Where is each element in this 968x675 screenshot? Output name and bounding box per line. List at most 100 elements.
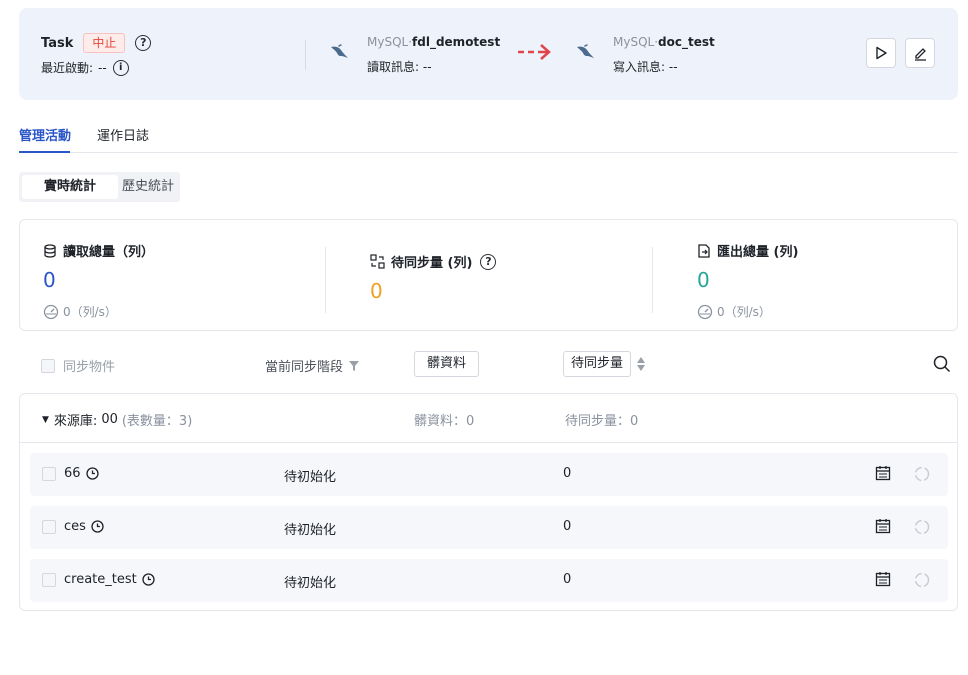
row-checkbox[interactable]: [42, 520, 56, 534]
target-prefix: MySQL·: [613, 35, 659, 49]
row-stage: 待初始化: [284, 470, 337, 485]
mysql-dolphin-icon: [577, 44, 594, 58]
header-divider: [305, 40, 306, 70]
sync-objects-table: ▼ 來源庫: 00 (表數量：3) 髒資料：0 待同步量：0 66 待初始化 0…: [19, 393, 958, 611]
tab-run-log[interactable]: 運作日誌: [97, 125, 149, 144]
task-header: Task 中止 ? 最近啟動: -- i MySQL·fdl_demotest …: [19, 8, 958, 100]
question-circle-icon[interactable]: ?: [480, 253, 497, 270]
clock-icon: [85, 467, 99, 480]
tab-manage-activity[interactable]: 管理活動: [19, 125, 71, 144]
stats-divider: [652, 247, 653, 313]
read-total-label: 讀取總量（列）: [63, 245, 155, 260]
edit-button[interactable]: [905, 38, 935, 68]
sync-swap-icon: [370, 254, 385, 269]
row-pending: 0: [563, 519, 572, 534]
select-all-checkbox[interactable]: [41, 358, 55, 373]
export-total-value: 0: [697, 268, 710, 292]
calendar-icon[interactable]: [875, 518, 891, 534]
row-object-name: create_test: [64, 572, 155, 587]
row-checkbox[interactable]: [42, 573, 56, 587]
target-info-label: 寫入訊息:: [613, 60, 666, 74]
export-file-icon: [698, 243, 710, 258]
target-name: doc_test: [658, 35, 715, 49]
caret-down-icon[interactable]: ▼: [42, 415, 49, 425]
pending-sort-control[interactable]: 待同步量: [563, 351, 646, 377]
sync-objects-header: 同步物件: [41, 356, 115, 375]
refresh-icon[interactable]: [913, 465, 931, 483]
clock-icon: [142, 573, 155, 586]
play-icon: [876, 46, 887, 60]
pending-sort-label[interactable]: 待同步量: [563, 351, 632, 377]
active-tab-indicator: [19, 151, 70, 153]
object-name: 66: [64, 466, 81, 481]
table-row[interactable]: ces 待初始化 0: [30, 506, 948, 549]
pending-sync-value: 0: [370, 279, 383, 303]
source-library-name: 00: [101, 412, 118, 427]
question-circle-icon[interactable]: ?: [135, 35, 152, 51]
target-db: MySQL·doc_test 寫入訊息: --: [613, 35, 715, 75]
object-name: ces: [64, 519, 86, 534]
status-badge: 中止: [83, 33, 126, 53]
source-library[interactable]: ▼ 來源庫: 00 (表數量：3): [42, 410, 192, 429]
search-icon[interactable]: [933, 355, 951, 373]
filter-icon[interactable]: [348, 360, 360, 372]
export-total-label: 匯出總量 (列): [717, 245, 799, 260]
source-library-label: 來源庫:: [53, 414, 98, 429]
row-checkbox[interactable]: [42, 467, 56, 481]
edit-icon: [914, 47, 926, 61]
read-rate: 0（列/s）: [43, 303, 117, 320]
source-name: fdl_demotest: [412, 35, 501, 49]
realtime-stats-option[interactable]: 實時統計: [22, 175, 118, 199]
table-row[interactable]: create_test 待初始化 0: [30, 559, 948, 602]
clock-icon: [91, 520, 104, 533]
database-icon: [44, 243, 56, 258]
table-count: (表數量：3): [121, 414, 193, 429]
stats-panel: 讀取總量（列） 0 0（列/s） 待同步量 (列) ? 0 匯出總量 (列) 0: [19, 219, 958, 331]
recent-start-value: --: [98, 60, 107, 75]
dirty-data-button[interactable]: 髒資料: [414, 351, 480, 377]
refresh-icon[interactable]: [913, 571, 931, 589]
pending-sync-label: 待同步量 (列): [391, 256, 473, 271]
info-icon[interactable]: i: [112, 59, 129, 76]
row-stage: 待初始化: [284, 523, 337, 538]
row-pending: 0: [563, 572, 572, 587]
pending-sync-title: 待同步量 (列) ?: [370, 252, 497, 271]
object-name: create_test: [64, 572, 137, 587]
table-row[interactable]: 66 待初始化 0: [30, 453, 948, 496]
dirty-summary: 髒資料：0: [414, 414, 475, 429]
pending-summary: 待同步量：0: [565, 414, 639, 429]
refresh-icon[interactable]: [913, 518, 931, 536]
source-info-label: 讀取訊息:: [367, 60, 420, 74]
task-title-group: Task 中止 ?: [41, 33, 152, 53]
source-info-value: --: [422, 60, 432, 74]
row-stage: 待初始化: [284, 576, 337, 591]
calendar-icon[interactable]: [875, 571, 891, 587]
source-group-header[interactable]: ▼ 來源庫: 00 (表數量：3) 髒資料：0 待同步量：0: [20, 394, 957, 443]
row-object-name: ces: [64, 519, 104, 534]
stats-divider: [325, 247, 326, 313]
current-stage-header: 當前同步階段: [265, 356, 360, 375]
calendar-icon[interactable]: [875, 465, 891, 481]
target-info-value: --: [668, 60, 678, 74]
history-stats-option[interactable]: 歷史統計: [119, 175, 177, 199]
source-prefix: MySQL·: [367, 35, 413, 49]
speedometer-icon: [43, 304, 59, 319]
table-controls: 同步物件 當前同步階段 髒資料 待同步量: [19, 349, 958, 379]
tab-bar: 管理活動 運作日誌: [19, 122, 958, 153]
export-rate: 0（列/s）: [697, 303, 771, 320]
task-label: Task: [41, 35, 74, 51]
speedometer-icon: [697, 304, 713, 319]
read-rate-value: 0（列/s）: [63, 305, 117, 319]
current-stage-label: 當前同步階段: [265, 360, 344, 375]
export-total-title: 匯出總量 (列): [697, 241, 798, 260]
read-total-value: 0: [43, 268, 56, 292]
stats-mode-switch: 實時統計 歷史統計: [19, 172, 180, 202]
export-rate-value: 0（列/s）: [717, 305, 771, 319]
row-object-name: 66: [64, 466, 99, 481]
recent-start-label: 最近啟動:: [41, 61, 94, 75]
mysql-dolphin-icon: [331, 44, 348, 58]
source-db: MySQL·fdl_demotest 讀取訊息: --: [367, 35, 500, 75]
read-total-title: 讀取總量（列）: [43, 241, 154, 260]
run-button[interactable]: [866, 38, 896, 68]
sort-icon[interactable]: [637, 357, 646, 371]
